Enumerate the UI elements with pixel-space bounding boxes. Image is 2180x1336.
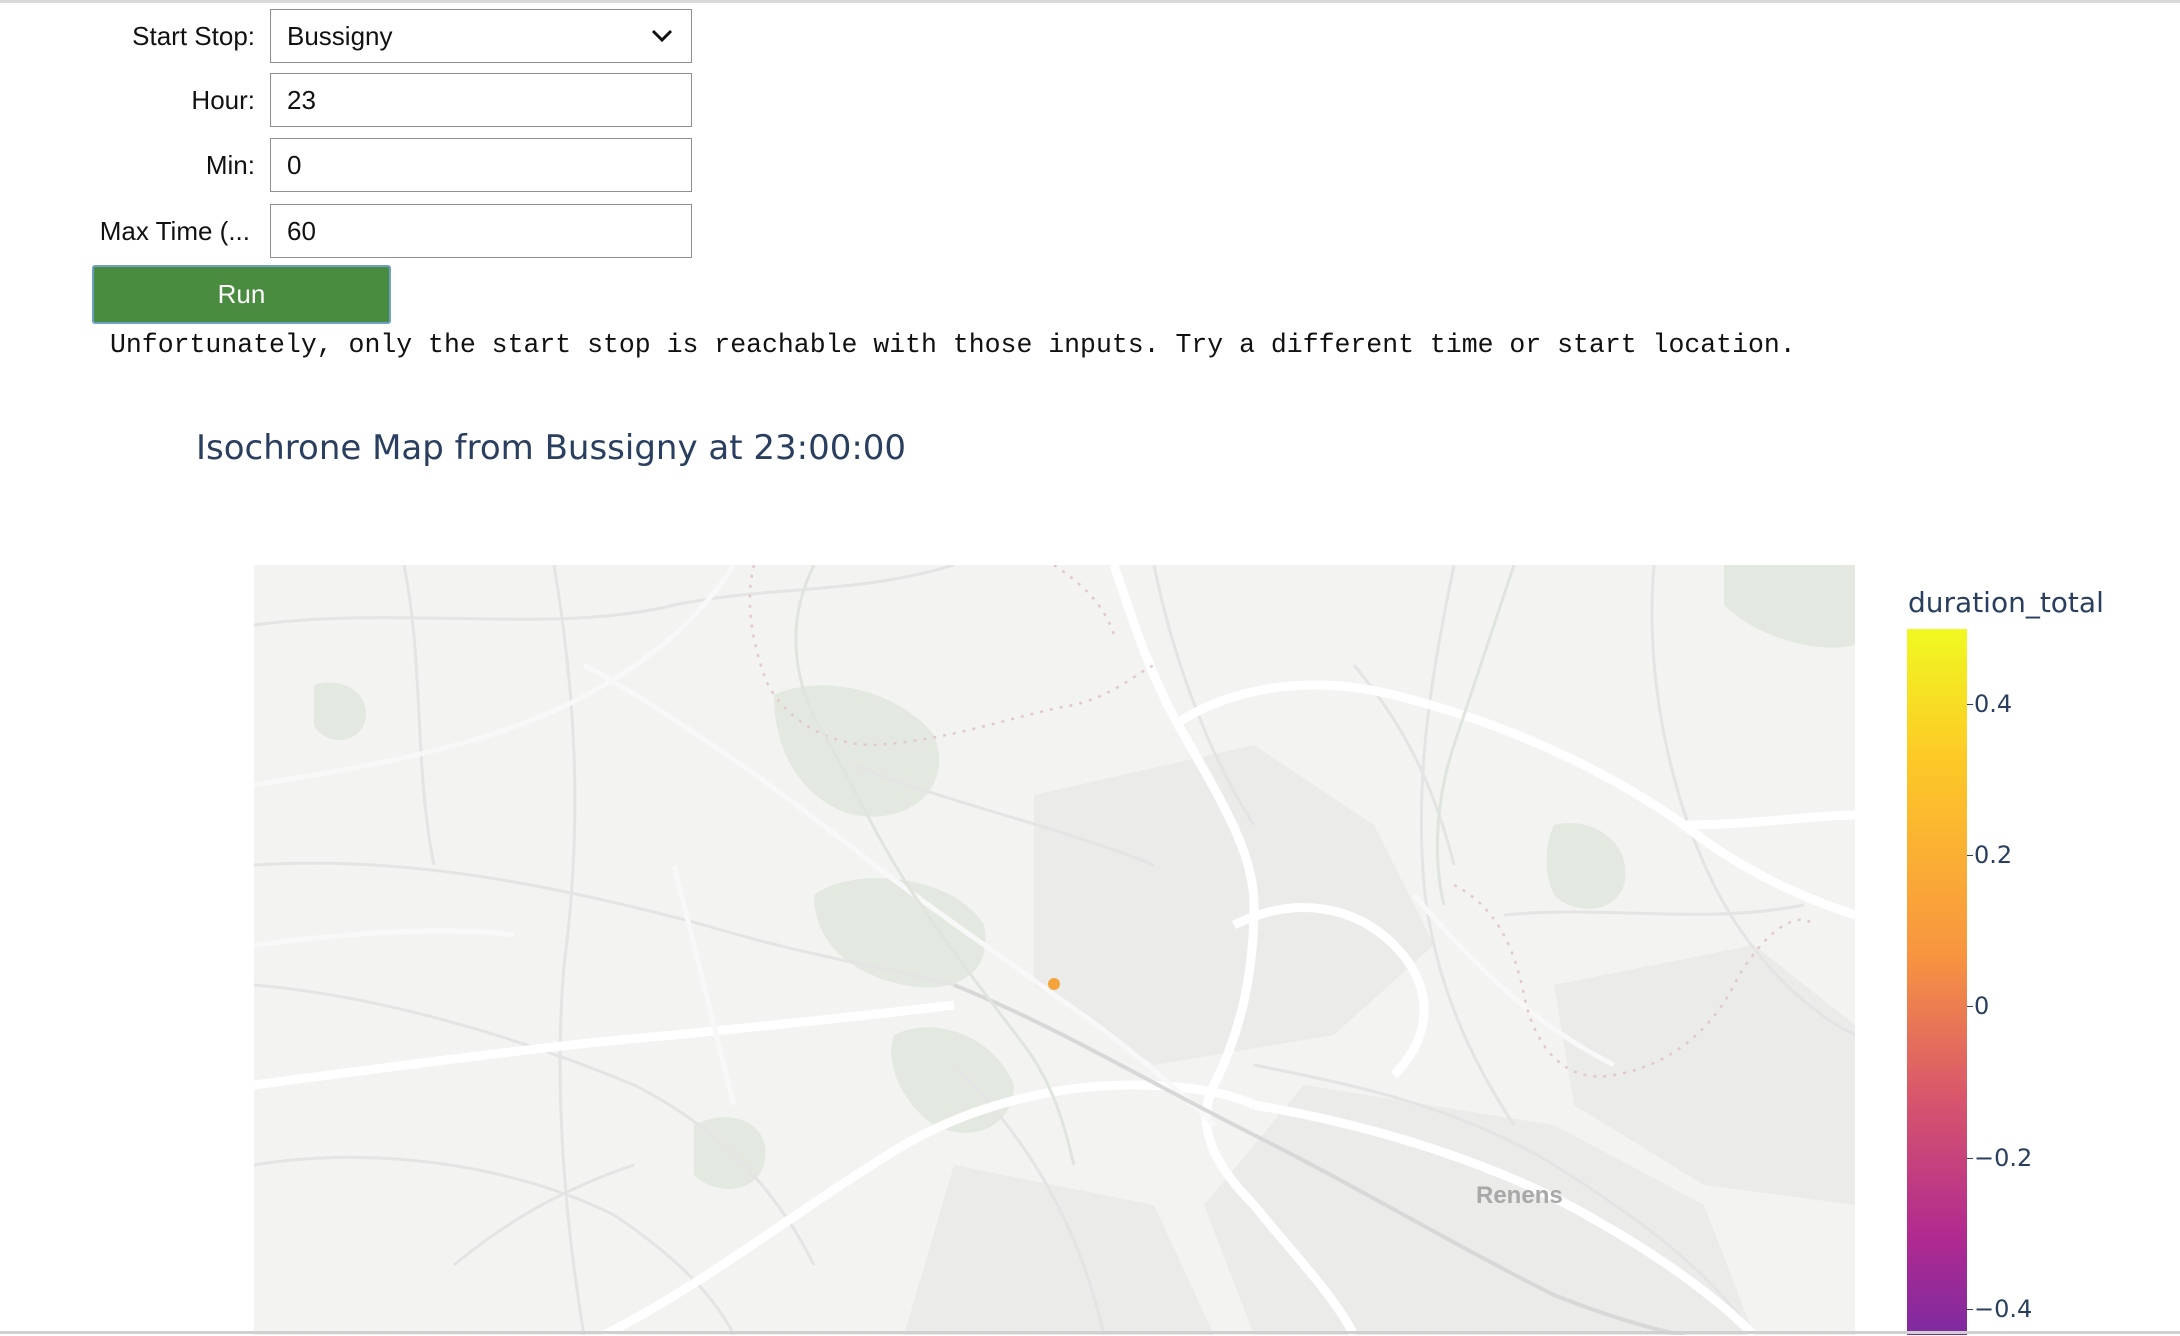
min-value: 0	[287, 149, 302, 180]
min-label: Min:	[205, 149, 255, 180]
colorbar-tickmark	[1967, 1158, 1973, 1159]
map-basemap: Renens	[254, 565, 1855, 1335]
start-stop-label: Start Stop:	[132, 20, 255, 51]
top-divider	[0, 0, 2180, 3]
chevron-down-icon	[651, 29, 673, 43]
map-title: Isochrone Map from Bussigny at 23:00:00	[196, 428, 907, 468]
colorbar-tickmark	[1967, 1309, 1973, 1310]
colorbar	[1907, 629, 1967, 1335]
colorbar-tick-label: 0.2	[1974, 841, 2013, 869]
data-point-bussigny[interactable]	[1048, 978, 1060, 990]
colorbar-tick-label: 0.4	[1974, 690, 2013, 718]
hour-input[interactable]: 23	[270, 73, 692, 127]
start-stop-select[interactable]: Bussigny	[270, 9, 692, 63]
max-time-label: Max Time (...	[99, 215, 250, 246]
colorbar-title: duration_total	[1908, 586, 2104, 619]
start-stop-value: Bussigny	[287, 20, 393, 51]
colorbar-tickmark	[1967, 855, 1973, 856]
status-message: Unfortunately, only the start stop is re…	[110, 330, 1796, 360]
colorbar-tickmark	[1967, 704, 1973, 705]
colorbar-tickmark	[1967, 1006, 1973, 1007]
hour-value: 23	[287, 84, 316, 115]
max-time-input[interactable]: 60	[270, 204, 692, 258]
colorbar-tick-label: 0	[1974, 992, 1990, 1020]
start-stop-label-box: Start Stop:	[0, 8, 255, 64]
min-input[interactable]: 0	[270, 138, 692, 192]
max-time-value: 60	[287, 215, 316, 246]
hour-label: Hour:	[191, 84, 255, 115]
colorbar-tick-label: −0.4	[1974, 1295, 2033, 1323]
hour-label-box: Hour:	[0, 72, 255, 128]
colorbar-tick-label: −0.2	[1974, 1144, 2033, 1172]
max-time-label-box: Max Time (...	[0, 203, 250, 259]
place-label-renens: Renens	[1476, 1182, 1563, 1209]
bottom-divider	[0, 1331, 2180, 1334]
run-button[interactable]: Run	[92, 265, 391, 324]
map-urban-areas	[904, 745, 1855, 1335]
isochrone-map[interactable]: Renens	[254, 565, 1855, 1335]
min-label-box: Min:	[0, 137, 255, 193]
